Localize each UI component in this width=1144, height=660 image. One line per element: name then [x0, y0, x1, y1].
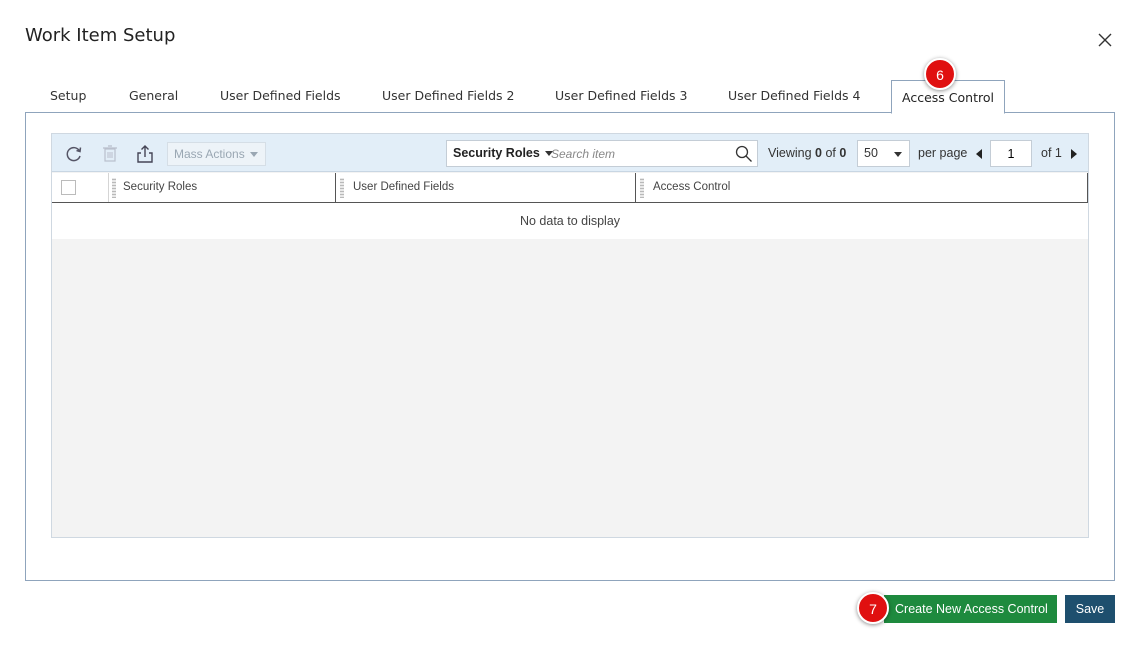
- tab-panel: Mass Actions Security Roles Viewing 0 of…: [25, 112, 1115, 581]
- drag-handle-icon[interactable]: [340, 178, 344, 198]
- dialog-title: Work Item Setup: [25, 25, 176, 46]
- tab-general[interactable]: General: [129, 80, 178, 112]
- search-field-dropdown[interactable]: Security Roles: [453, 141, 553, 166]
- grid-header: Security Roles User Defined Fields Acces…: [52, 173, 1088, 203]
- grid-toolbar: Mass Actions Security Roles Viewing 0 of…: [52, 134, 1088, 172]
- tab-user-defined-fields-3[interactable]: User Defined Fields 3: [555, 80, 687, 112]
- tab-user-defined-fields[interactable]: User Defined Fields: [220, 80, 341, 112]
- per-page-label: per page: [918, 146, 968, 160]
- tab-user-defined-fields-4[interactable]: User Defined Fields 4: [728, 80, 860, 112]
- save-button[interactable]: Save: [1065, 595, 1115, 623]
- create-new-access-control-button[interactable]: Create New Access Control: [884, 595, 1057, 623]
- mass-actions-label: Mass Actions: [174, 147, 245, 161]
- search-box: Security Roles: [446, 140, 758, 167]
- column-label: User Defined Fields: [353, 181, 454, 193]
- search-field-label: Security Roles: [453, 146, 540, 160]
- chevron-down-icon: [250, 152, 258, 157]
- close-icon[interactable]: [1095, 30, 1115, 50]
- viewing-of: of: [825, 146, 836, 160]
- tab-setup[interactable]: Setup: [50, 80, 86, 112]
- viewing-count: Viewing 0 of 0: [768, 140, 846, 167]
- refresh-icon[interactable]: [63, 143, 85, 165]
- empty-message: No data to display: [52, 203, 1088, 239]
- drag-handle-icon[interactable]: [640, 178, 644, 198]
- viewing-total: 0: [839, 146, 847, 160]
- data-grid: Mass Actions Security Roles Viewing 0 of…: [51, 133, 1089, 538]
- column-label: Access Control: [653, 181, 731, 193]
- chevron-down-icon: [894, 152, 902, 157]
- step-badge-6: 6: [924, 58, 956, 90]
- search-input[interactable]: [551, 144, 726, 163]
- viewing-from: 0: [815, 146, 822, 160]
- per-page-value: 50: [864, 146, 878, 160]
- drag-handle-icon[interactable]: [112, 178, 116, 198]
- step-badge-7: 7: [857, 592, 889, 624]
- column-header-user-defined-fields[interactable]: User Defined Fields: [336, 173, 634, 202]
- delete-icon[interactable]: [99, 143, 121, 165]
- column-divider: [1087, 173, 1088, 202]
- mass-actions-dropdown[interactable]: Mass Actions: [167, 142, 266, 166]
- column-header-security-roles[interactable]: Security Roles: [108, 173, 335, 202]
- page-number-input[interactable]: [990, 140, 1032, 167]
- tab-user-defined-fields-2[interactable]: User Defined Fields 2: [382, 80, 514, 112]
- previous-page-icon[interactable]: [976, 149, 982, 159]
- page-total: of 1: [1041, 146, 1062, 160]
- column-label: Security Roles: [123, 181, 198, 193]
- search-icon[interactable]: [735, 145, 753, 163]
- select-all-checkbox[interactable]: [61, 180, 76, 195]
- column-header-access-control[interactable]: Access Control: [636, 173, 1087, 202]
- export-icon[interactable]: [134, 143, 156, 165]
- viewing-prefix: Viewing: [768, 146, 812, 160]
- per-page-dropdown[interactable]: 50: [857, 140, 910, 167]
- next-page-icon[interactable]: [1071, 149, 1077, 159]
